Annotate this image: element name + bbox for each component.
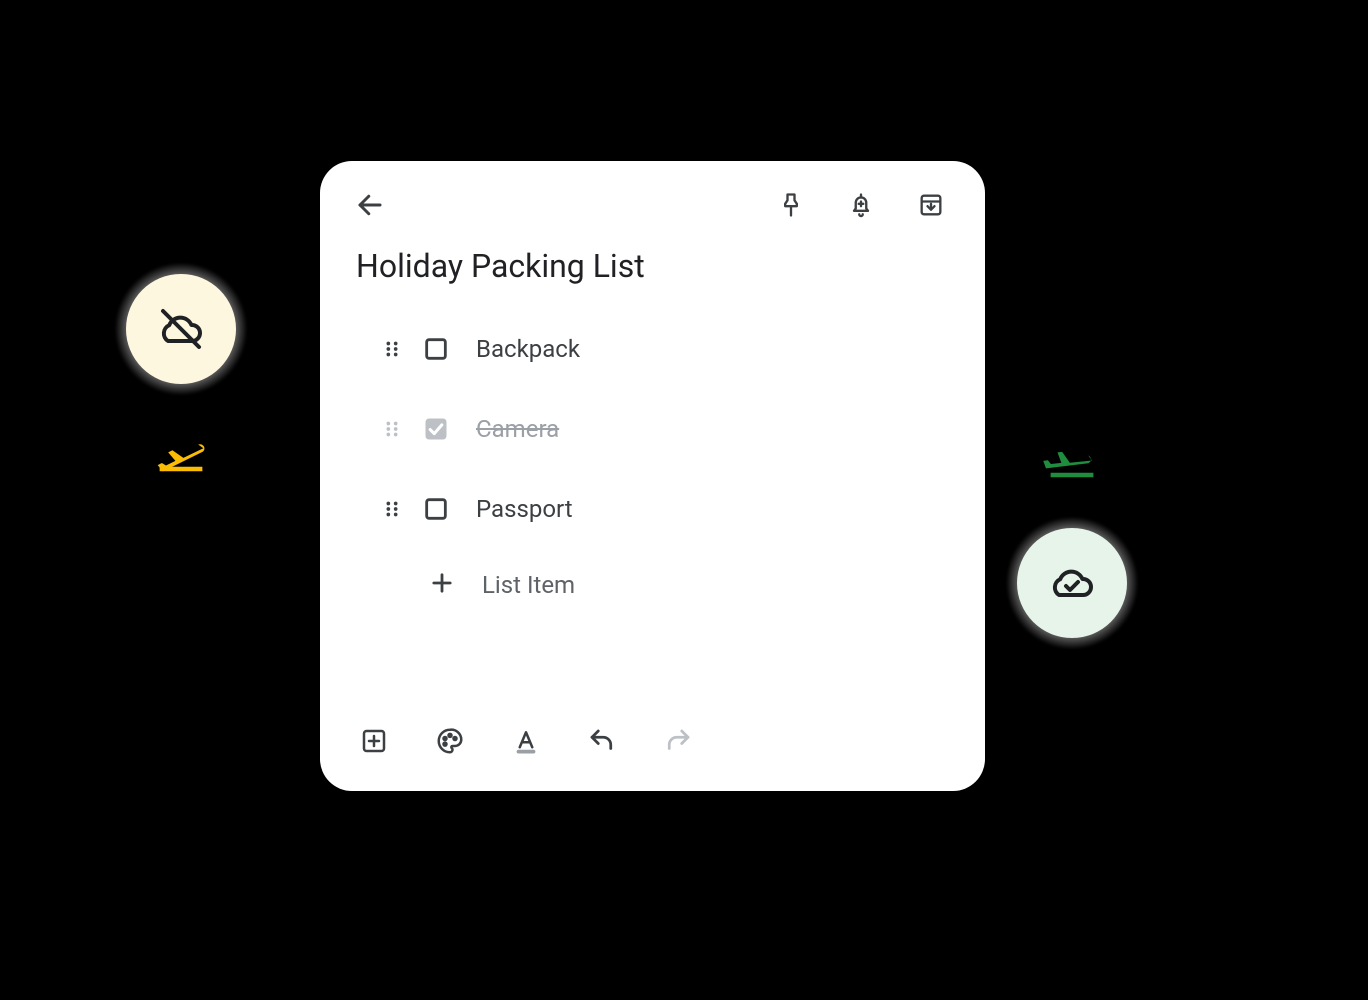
offline-status-group [114,262,248,482]
add-item-placeholder: List Item [482,571,575,599]
redo-icon [663,726,693,756]
synced-status-group [1005,430,1139,650]
pin-button[interactable] [767,181,815,229]
checkbox-outline-icon [422,335,450,363]
plus-icon [428,569,456,601]
list-item[interactable]: Backpack [320,309,985,389]
back-button[interactable] [346,181,394,229]
cloud-done-icon [1048,559,1096,607]
note-title[interactable]: Holiday Packing List [320,227,985,299]
text-format-button[interactable] [502,717,550,765]
note-bottombar [320,699,985,791]
offline-badge [114,262,248,396]
note-topbar [320,161,985,227]
list-item-label[interactable]: Passport [476,495,573,523]
drag-handle-icon[interactable] [380,418,404,440]
list-item-label[interactable]: Camera [476,415,559,443]
reminder-button[interactable] [837,181,885,229]
flight-land-icon [1042,430,1102,488]
undo-button[interactable] [578,717,626,765]
palette-icon [435,726,465,756]
arrow-back-icon [355,190,385,220]
text-format-icon [511,726,541,756]
palette-button[interactable] [426,717,474,765]
add-box-icon [359,726,389,756]
add-list-item[interactable]: List Item [320,549,985,621]
cloud-off-icon [157,305,205,353]
checkbox-checked-icon [422,415,450,443]
list-item[interactable]: Camera [320,389,985,469]
list-item[interactable]: Passport [320,469,985,549]
bell-add-icon [847,191,875,219]
checkbox-outline-icon [422,495,450,523]
add-button[interactable] [350,717,398,765]
redo-button[interactable] [654,717,702,765]
synced-badge [1005,516,1139,650]
drag-handle-icon[interactable] [380,338,404,360]
checkbox-unchecked[interactable] [422,335,450,363]
drag-handle-icon[interactable] [380,498,404,520]
undo-icon [587,726,617,756]
archive-icon [917,191,945,219]
archive-button[interactable] [907,181,955,229]
list-item-label[interactable]: Backpack [476,335,580,363]
checkbox-unchecked[interactable] [422,495,450,523]
checklist: Backpack Camera Passport [320,299,985,699]
checkbox-checked[interactable] [422,415,450,443]
flight-takeoff-icon [151,424,211,482]
pin-icon [777,191,805,219]
note-card: Holiday Packing List Backpack Camera [320,161,985,791]
